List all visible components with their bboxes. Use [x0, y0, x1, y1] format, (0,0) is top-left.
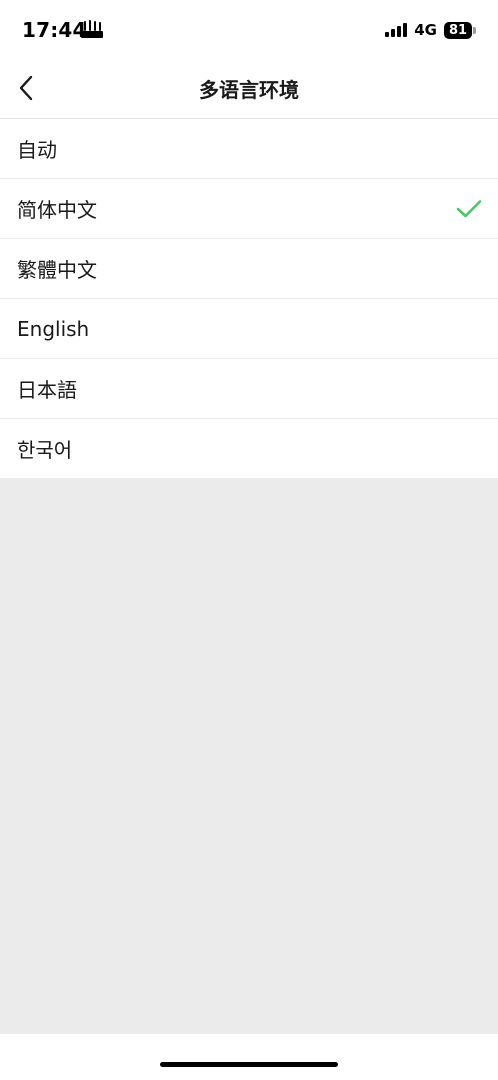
language-label: 日本語: [17, 378, 77, 402]
battery-cap: [473, 26, 476, 34]
home-indicator-area: [0, 1034, 498, 1080]
language-label: 简体中文: [17, 198, 97, 222]
language-label: 繁體中文: [17, 258, 97, 282]
language-item-traditional-chinese[interactable]: 繁體中文: [0, 238, 498, 298]
check-icon: [456, 199, 482, 217]
language-label: 한국어: [17, 438, 73, 462]
language-label: 自动: [17, 138, 57, 162]
home-indicator[interactable]: [160, 1062, 338, 1067]
language-item-english[interactable]: English: [0, 298, 498, 358]
top-section: 17:44 4G 81 多语言环境 自动 简体中文 繁體中文 English 日…: [0, 0, 498, 478]
status-right: 4G 81: [385, 20, 476, 40]
language-item-auto[interactable]: 自动: [0, 119, 498, 178]
status-time: 17:44: [22, 18, 87, 42]
language-item-korean[interactable]: 한국어: [0, 418, 498, 478]
battery-level: 81: [444, 21, 472, 39]
empty-background: [0, 478, 498, 1036]
language-list: 自动 简体中文 繁體中文 English 日本語 한국어: [0, 119, 498, 478]
cellular-signal-icon: [385, 23, 408, 37]
network-type: 4G: [414, 21, 437, 39]
navigation-bar: 多语言环境: [0, 58, 498, 119]
language-label: English: [17, 316, 90, 341]
page-title: 多语言环境: [199, 78, 299, 102]
status-bar: 17:44 4G 81: [0, 0, 498, 58]
language-item-japanese[interactable]: 日本語: [0, 358, 498, 418]
ads-indicator-icon: [81, 20, 103, 38]
battery-icon: 81: [444, 21, 476, 39]
language-item-simplified-chinese[interactable]: 简体中文: [0, 178, 498, 238]
